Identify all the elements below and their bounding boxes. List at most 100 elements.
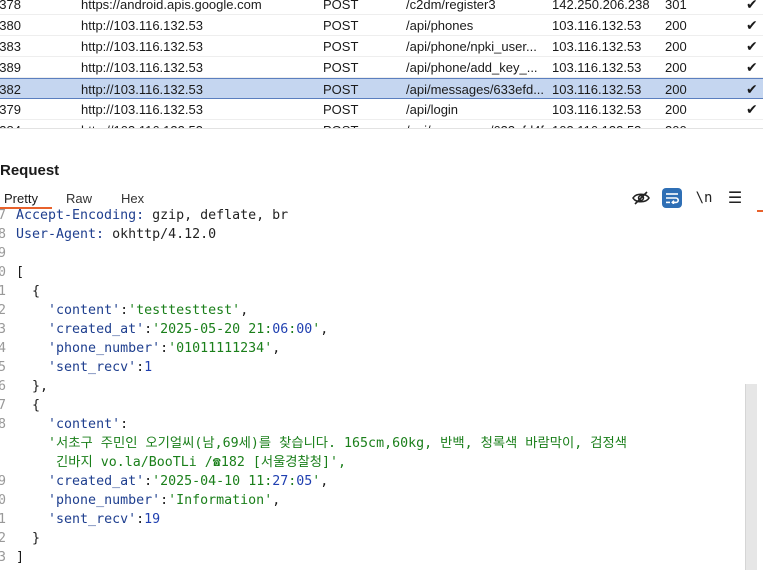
line-number: 0 [0, 265, 7, 280]
line-number: 9 [0, 474, 7, 489]
table-row[interactable]: 2389 http://103.116.132.53 POST/api/phone/… [0, 57, 763, 78]
url-cell: /api/messages/633efd... [406, 82, 545, 97]
method-cell: POST [323, 39, 359, 54]
tab-raw[interactable]: Raw [66, 191, 92, 206]
status-cell: 200 [665, 102, 687, 117]
table-row[interactable]: 2380 http://103.116.132.53 POST/api/phones… [0, 15, 763, 36]
status-cell: 200 [665, 18, 687, 33]
status-cell: 200 [665, 60, 687, 75]
ip-cell: 142.250.206.238 [552, 0, 650, 12]
code-text: { [16, 398, 41, 413]
code-line: 5 'sent_recv':1 [0, 358, 745, 377]
method-cell: POST [323, 120, 393, 128]
url-cell: /c2dm/register3 [406, 0, 496, 12]
ip-cell: 103.116.132.53 [552, 102, 642, 117]
code-text: 'content': [48, 417, 129, 432]
checkmark-icon: ✔ [746, 59, 758, 75]
code-line: 9 'created_at':'2025-04-10 11:27:05', [0, 472, 745, 491]
code-line: 7 Accept-Encoding: gzip, deflate, br [0, 206, 745, 225]
tab-hex[interactable]: Hex [121, 191, 144, 206]
table-row[interactable]: 2379 http://103.116.132.53 POST/api/login 1… [0, 99, 763, 120]
code-line: 긴바지 vo.la/BooTLi /☎182 [서울경찰청]', [0, 453, 745, 472]
request-id-cell: 2384 [0, 120, 62, 128]
code-text: User-Agent: okhttp/4.12.0 [16, 227, 217, 242]
newline-toggle-button[interactable]: \n [694, 188, 714, 208]
code-text: 'sent_recv':1 [48, 360, 153, 375]
http-history-table: 2378 https://android.apis.google.com POST /… [0, 0, 763, 128]
code-line: 1 'sent_recv':19 [0, 510, 745, 529]
ip-cell: 103.116.132.53 [552, 60, 642, 75]
line-number: 7 [0, 398, 7, 413]
host-cell: http://103.116.132.53 [81, 120, 306, 128]
method-cell: POST [323, 82, 359, 97]
code-text: ] [16, 550, 25, 565]
request-id-cell: 2383 [0, 39, 21, 54]
method-cell: POST [323, 60, 359, 75]
code-line: 3 'created_at':'2025-05-20 21:06:00', [0, 320, 745, 339]
code-text: 'content':'testtesttest', [48, 303, 249, 318]
line-number: 5 [0, 360, 7, 375]
code-line: 2 'content':'testtesttest', [0, 301, 745, 320]
hide-nonprintable-icon[interactable] [631, 188, 651, 208]
code-line: 8 User-Agent: okhttp/4.12.0 [0, 225, 745, 244]
code-text: { [16, 284, 41, 299]
host-cell: http://103.116.132.53 [81, 18, 203, 33]
menu-icon[interactable]: ☰ [725, 188, 745, 208]
code-line: 9 [0, 244, 745, 263]
status-cell: 200 [665, 82, 687, 97]
request-panel-title: Request [0, 162, 60, 179]
line-number: 7 [0, 208, 7, 223]
code-line: 0[ [0, 263, 745, 282]
code-line: 6 }, [0, 377, 745, 396]
code-line: 1 { [0, 282, 745, 301]
line-number: 3 [0, 550, 7, 565]
code-line: 8 'content': [0, 415, 745, 434]
line-number: 1 [0, 284, 7, 299]
code-line: 7 { [0, 396, 745, 415]
code-text: Accept-Encoding: gzip, deflate, br [16, 208, 289, 223]
ip-cell: 103.116.132.53 [552, 82, 642, 97]
code-text: 'phone_number':'01011111234', [48, 341, 281, 356]
ip-cell: 103.116.132.53 [552, 120, 658, 128]
request-body-editor[interactable]: 7 Accept-Encoding: gzip, deflate, br 8 User… [0, 206, 763, 576]
line-number: 1 [0, 512, 7, 527]
code-line: '서초구 주민인 오기얼씨(남,69세)를 찾습니다. 165cm,60kg, … [0, 434, 745, 453]
request-id-cell: 2389 [0, 60, 21, 75]
url-cell: /api/phones [406, 18, 474, 33]
line-number: 2 [0, 303, 7, 318]
code-text: } [16, 531, 41, 546]
checkmark-icon: ✔ [746, 101, 758, 117]
panel-divider[interactable] [0, 128, 763, 159]
status-cell: 301 [665, 0, 687, 12]
ip-cell: 103.116.132.53 [552, 39, 642, 54]
table-row[interactable]: 2378 https://android.apis.google.com POST /… [0, 0, 763, 15]
tab-pretty[interactable]: Pretty [4, 191, 38, 206]
line-number: 4 [0, 341, 7, 356]
table-row[interactable]: 2382 http://103.116.132.53 POST/api/messag… [0, 78, 763, 99]
status-cell: 200 [665, 120, 705, 128]
method-cell: POST [323, 18, 359, 33]
table-row[interactable]: 2384 http://103.116.132.53 POST/api/messag… [0, 120, 763, 128]
line-number: 3 [0, 322, 7, 337]
code-text: 긴바지 vo.la/BooTLi /☎182 [서울경찰청]', [16, 455, 347, 470]
line-number: 8 [0, 417, 7, 432]
url-cell: /api/phone/npki_user... [406, 39, 537, 54]
line-number: 9 [0, 246, 7, 261]
request-id-cell: 2379 [0, 102, 21, 117]
word-wrap-icon[interactable] [662, 188, 682, 208]
checkmark-icon: ✔ [746, 0, 758, 12]
table-row[interactable]: 2383 http://103.116.132.53 POST/api/phone/… [0, 36, 763, 57]
editor-scrollbar[interactable] [745, 384, 757, 570]
ip-cell: 103.116.132.53 [552, 18, 642, 33]
code-line: 4 'phone_number':'01011111234', [0, 339, 745, 358]
code-line: 3] [0, 548, 745, 567]
url-cell: /api/messages/633efd4f... [406, 120, 546, 128]
host-cell: http://103.116.132.53 [81, 102, 203, 117]
request-id-cell: 2380 [0, 18, 21, 33]
method-cell: POST [323, 102, 359, 117]
url-cell: /api/phone/add_key_... [406, 60, 538, 75]
method-cell: POST [323, 0, 359, 12]
request-id-cell: 2378 [0, 0, 21, 12]
host-cell: http://103.116.132.53 [81, 39, 203, 54]
code-text: [ [16, 265, 25, 280]
